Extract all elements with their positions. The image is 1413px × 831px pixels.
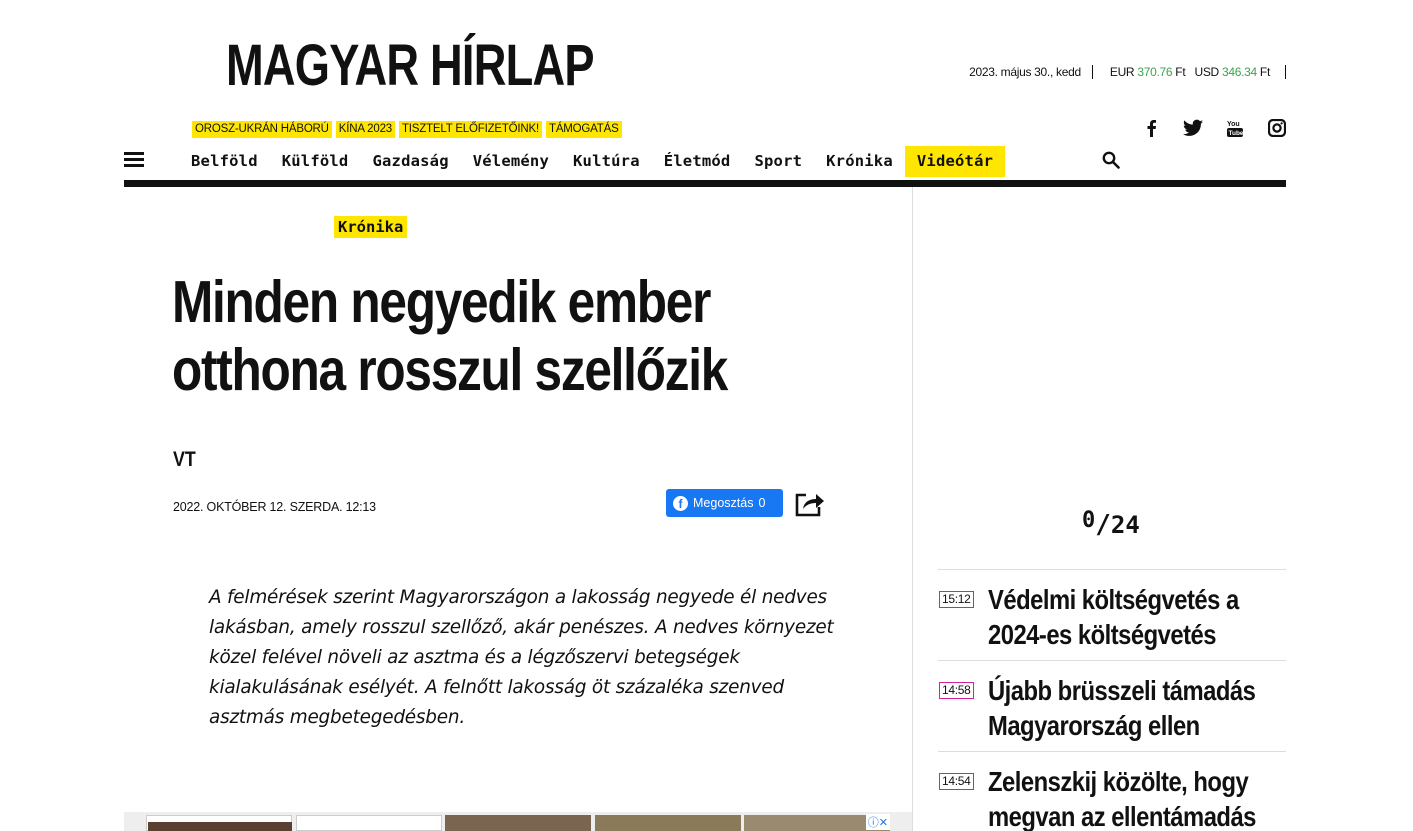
news-title[interactable]: Újabb brüsszeli támadás Magyarország ell… <box>988 673 1286 743</box>
eur-label: EUR <box>1109 65 1135 79</box>
usd-value: 346.34 <box>1221 65 1257 79</box>
svg-text:You: You <box>1227 121 1240 128</box>
ad-tile <box>445 815 591 831</box>
main-nav: Belföld Külföld Gazdaság Vélemény Kultúr… <box>124 144 1286 180</box>
hot-tag[interactable]: TÁMOGATÁS <box>546 121 622 138</box>
ad-tile <box>296 815 442 831</box>
eur-value: 370.76 <box>1137 65 1173 79</box>
facebook-share-button[interactable]: f Megosztás 0 <box>666 489 783 517</box>
svg-text:Tube: Tube <box>1229 130 1244 137</box>
twitter-icon[interactable] <box>1183 118 1203 138</box>
share-count: 0 <box>758 496 766 510</box>
ad-choices-icon[interactable]: ⓘ✕ <box>865 814 890 830</box>
share-icon[interactable] <box>793 487 825 524</box>
news-item[interactable]: 14:54 Zelenszkij közölte, hogy megvan az… <box>938 751 1286 831</box>
ad-tile <box>148 822 292 831</box>
share-label: Megosztás <box>693 496 754 510</box>
nav-item-videotar[interactable]: Videótár <box>904 146 1006 177</box>
nav-item-velemeny[interactable]: Vélemény <box>461 146 561 177</box>
article-category[interactable]: Krónika <box>334 216 408 238</box>
nav-item-belfold[interactable]: Belföld <box>179 146 270 177</box>
current-date: 2023. május 30., kedd <box>969 65 1093 79</box>
facebook-icon[interactable] <box>1141 118 1161 138</box>
hot-tags: OROSZ-UKRÁN HÁBORÚ KÍNA 2023 TISZTELT EL… <box>192 121 622 138</box>
hot-tag[interactable]: TISZTELT ELŐFIZETŐINK! <box>398 121 542 138</box>
news-item[interactable]: 14:58 Újabb brüsszeli támadás Magyarorsz… <box>938 660 1286 751</box>
article-title: Minden negyedik ember otthona rosszul sz… <box>172 268 777 404</box>
search-icon[interactable] <box>1102 151 1120 174</box>
instagram-icon[interactable] <box>1267 118 1287 138</box>
article-title-text: Minden negyedik ember otthona rosszul sz… <box>172 269 728 403</box>
counter-current: 0 <box>1082 508 1096 533</box>
social-links: You Tube <box>1141 118 1287 138</box>
article-date: 2022. OKTÓBER 12. SZERDA. 12:13 <box>173 500 376 514</box>
news-counter: 0/24 <box>1082 508 1140 540</box>
nav-item-kulfold[interactable]: Külföld <box>270 146 361 177</box>
youtube-icon[interactable]: You Tube <box>1225 118 1245 138</box>
news-item[interactable]: 15:12 Védelmi költségvetés a 2024-es köl… <box>938 569 1286 660</box>
column-divider <box>912 187 913 831</box>
news-title[interactable]: Védelmi költségvetés a 2024-es költségve… <box>988 582 1286 652</box>
counter-total: 24 <box>1110 511 1140 539</box>
news-feed: 15:12 Védelmi költségvetés a 2024-es köl… <box>938 569 1286 831</box>
nav-underline <box>124 180 1286 187</box>
nav-item-kultura[interactable]: Kultúra <box>561 146 652 177</box>
news-time: 14:58 <box>939 682 974 699</box>
hot-tag[interactable]: OROSZ-UKRÁN HÁBORÚ <box>192 121 332 138</box>
eur-unit: Ft <box>1175 65 1186 79</box>
article-author[interactable]: VT <box>173 448 196 472</box>
site-logo[interactable]: MAGYAR HÍRLAP <box>226 34 595 98</box>
usd-label: USD <box>1194 65 1219 79</box>
facebook-icon: f <box>673 495 688 511</box>
news-title[interactable]: Zelenszkij közölte, hogy megvan az ellen… <box>988 764 1286 831</box>
nav-item-eletmod[interactable]: Életmód <box>652 146 743 177</box>
nav-item-gazdasag[interactable]: Gazdaság <box>360 146 460 177</box>
nav-item-sport[interactable]: Sport <box>742 146 814 177</box>
ad-banner[interactable]: ⓘ✕ <box>124 812 912 831</box>
exchange-rates: EUR 370.76 Ft USD 346.34 Ft <box>1093 65 1286 79</box>
usd-unit: Ft <box>1259 65 1270 79</box>
nav-items: Belföld Külföld Gazdaság Vélemény Kultúr… <box>179 146 1006 177</box>
nav-item-kronika[interactable]: Krónika <box>814 146 905 177</box>
top-info-bar: 2023. május 30., kedd EUR 370.76 Ft USD … <box>969 63 1286 81</box>
article-lead: A felmérések szerint Magyarországon a la… <box>209 587 834 728</box>
hot-tag[interactable]: KÍNA 2023 <box>335 121 395 138</box>
news-time: 15:12 <box>939 591 974 608</box>
ad-tile <box>595 815 741 831</box>
news-time: 14:54 <box>939 773 974 790</box>
menu-icon[interactable] <box>124 152 144 168</box>
